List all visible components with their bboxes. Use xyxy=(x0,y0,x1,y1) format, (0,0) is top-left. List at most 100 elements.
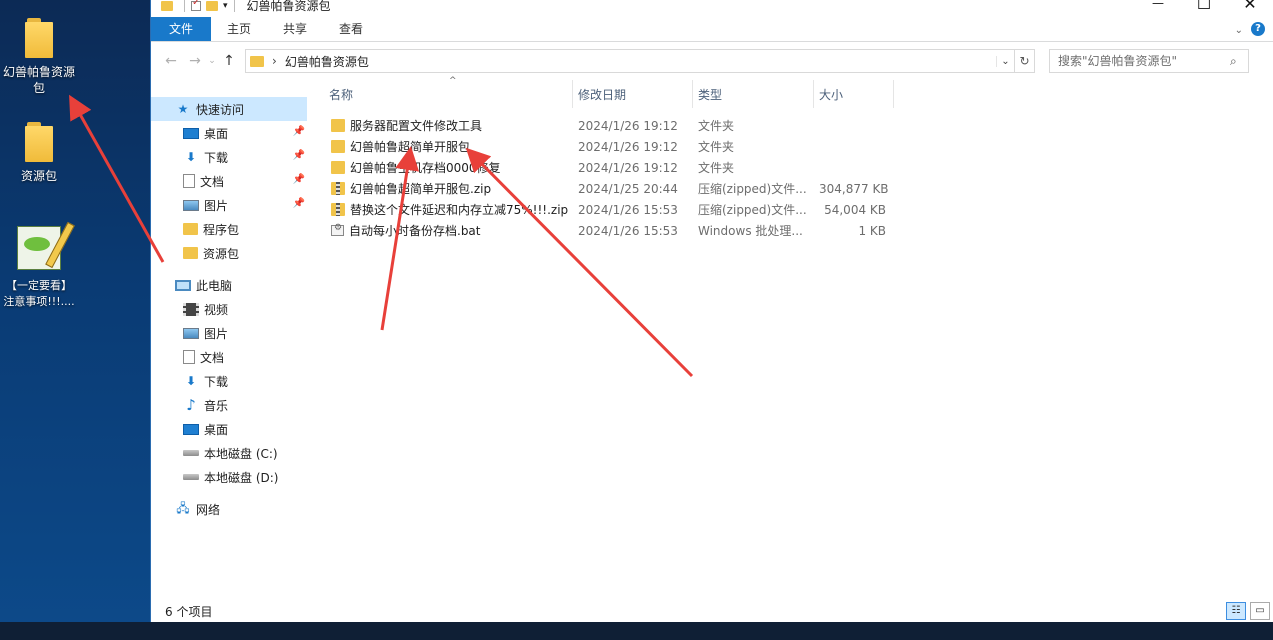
pin-icon: 📌 xyxy=(292,126,305,137)
file-type: 压缩(zipped)文件... xyxy=(698,182,807,196)
taskbar xyxy=(0,622,1273,640)
maximize-button[interactable]: ☐ xyxy=(1181,0,1227,13)
tab-file[interactable]: 文件 xyxy=(151,16,212,41)
file-date: 2024/1/25 20:44 xyxy=(578,181,678,196)
search-input[interactable] xyxy=(1058,54,1230,68)
file-size: 304,877 KB xyxy=(819,181,889,196)
nav-item-pc-desktop[interactable]: 桌面 xyxy=(151,417,311,441)
music-icon: ♪ xyxy=(186,396,196,414)
desktop-icon-palworld-folder[interactable]: 幻兽帕鲁资源包 xyxy=(0,18,78,96)
back-button[interactable]: ← xyxy=(159,53,183,69)
minimize-button[interactable]: — xyxy=(1135,0,1181,10)
file-name: 自动每小时备份存档.bat xyxy=(349,224,481,238)
table-row[interactable]: 自动每小时备份存档.bat 2024/1/26 15:53 Windows 批处… xyxy=(311,220,1273,241)
nav-item-pc-documents[interactable]: 文档 xyxy=(151,345,311,369)
tab-share[interactable]: 共享 xyxy=(267,16,323,41)
download-icon: ⬇ xyxy=(185,150,197,164)
folder-icon xyxy=(331,140,345,153)
address-dropdown-icon[interactable]: ⌄ xyxy=(996,55,1014,67)
table-row[interactable]: 幻兽帕鲁超简单开服包.zip 2024/1/25 20:44 压缩(zipped… xyxy=(311,178,1273,199)
file-name-cell: 自动每小时备份存档.bat xyxy=(311,222,573,239)
close-button[interactable]: ✕ xyxy=(1227,0,1273,13)
tab-view[interactable]: 查看 xyxy=(323,16,379,41)
notepad-icon xyxy=(17,226,61,270)
column-date[interactable]: 修改日期 xyxy=(573,80,693,108)
table-row[interactable]: 幻兽帕鲁主机存档0000修复 2024/1/26 19:12 文件夹 xyxy=(311,157,1273,178)
file-size: 1 KB xyxy=(858,223,886,238)
nav-item-documents[interactable]: 文档 📌 xyxy=(151,169,311,193)
address-bar[interactable]: › 幻兽帕鲁资源包 ⌄ xyxy=(245,49,1015,73)
search-icon[interactable]: ⌕ xyxy=(1230,54,1248,69)
file-size: 54,004 KB xyxy=(824,202,886,217)
expand-ribbon-icon[interactable]: ⌄ xyxy=(1235,25,1243,36)
table-row[interactable]: 幻兽帕鲁超简单开服包 2024/1/26 19:12 文件夹 xyxy=(311,136,1273,157)
file-date: 2024/1/26 15:53 xyxy=(578,202,678,217)
nav-item-videos[interactable]: 视频 xyxy=(151,297,311,321)
up-button[interactable]: ↑ xyxy=(217,53,241,69)
nav-item-pictures[interactable]: 图片 📌 xyxy=(151,193,311,217)
column-name[interactable]: 名称 xyxy=(311,80,573,108)
document-icon xyxy=(183,174,195,188)
nav-item-music[interactable]: ♪ 音乐 xyxy=(151,393,311,417)
nav-item-pc-downloads[interactable]: ⬇ 下载 xyxy=(151,369,311,393)
breadcrumb-chevron-icon[interactable]: › xyxy=(272,54,277,68)
batch-file-icon xyxy=(331,223,344,236)
download-icon: ⬇ xyxy=(185,374,197,388)
file-type: Windows 批处理... xyxy=(698,224,803,238)
view-switcher: ☷ ▭ xyxy=(1226,602,1270,620)
title-bar: ▾ 幻兽帕鲁资源包 — ☐ ✕ xyxy=(151,0,1273,17)
file-date: 2024/1/26 19:12 xyxy=(578,118,678,133)
refresh-button[interactable]: ↻ xyxy=(1015,49,1035,73)
nav-quick-access[interactable]: ★ 快速访问 xyxy=(151,97,307,121)
title-separator xyxy=(184,0,185,12)
nav-this-pc[interactable]: 此电脑 xyxy=(151,273,311,297)
forward-button[interactable]: → xyxy=(183,53,207,69)
nav-item-desktop[interactable]: 桌面 📌 xyxy=(151,121,311,145)
title-separator xyxy=(233,0,235,12)
new-folder-icon[interactable] xyxy=(206,0,218,11)
desktop-icon-resource-folder[interactable]: 资源包 xyxy=(0,122,78,184)
file-name: 幻兽帕鲁主机存档0000修复 xyxy=(350,161,501,175)
nav-label: 桌面 xyxy=(204,422,229,437)
nav-item-downloads[interactable]: ⬇ 下载 📌 xyxy=(151,145,311,169)
sort-ascending-icon: ^ xyxy=(449,76,457,86)
nav-label: 音乐 xyxy=(204,398,229,413)
search-box[interactable]: ⌕ xyxy=(1049,49,1249,73)
nav-label: 下载 xyxy=(204,150,229,165)
ribbon-tabs: 文件 主页 共享 查看 ⌄ ? xyxy=(151,16,1273,42)
nav-item-program-pack[interactable]: 程序包 xyxy=(151,217,311,241)
file-name: 替换这个文件延迟和内存立减75%!!!.zip xyxy=(350,203,569,217)
nav-label: 本地磁盘 (C:) xyxy=(204,446,278,461)
tab-home[interactable]: 主页 xyxy=(211,16,267,41)
drive-icon xyxy=(183,450,199,456)
nav-label: 视频 xyxy=(204,302,229,317)
column-type[interactable]: 类型 xyxy=(693,80,814,108)
picture-icon xyxy=(183,327,199,339)
nav-item-resource-pack[interactable]: 资源包 xyxy=(151,241,311,265)
drive-icon xyxy=(183,474,199,480)
nav-item-drive-d[interactable]: 本地磁盘 (D:) xyxy=(151,465,311,489)
quick-access-dropdown-icon[interactable]: ▾ xyxy=(223,1,228,11)
help-icon[interactable]: ? xyxy=(1251,22,1265,36)
folder-icon xyxy=(183,247,198,259)
nav-label: 图片 xyxy=(204,198,229,213)
nav-item-drive-c[interactable]: 本地磁盘 (C:) xyxy=(151,441,311,465)
recent-locations-icon[interactable]: ⌄ xyxy=(207,56,217,66)
network-icon: 🖧 xyxy=(176,500,190,515)
breadcrumb[interactable]: 幻兽帕鲁资源包 xyxy=(285,53,369,70)
nav-label: 下载 xyxy=(204,374,229,389)
table-row[interactable]: 替换这个文件延迟和内存立减75%!!!.zip 2024/1/26 15:53 … xyxy=(311,199,1273,220)
list-top-gap xyxy=(311,108,1273,115)
table-row[interactable]: 服务器配置文件修改工具 2024/1/26 19:12 文件夹 xyxy=(311,115,1273,136)
desktop-icon-notice-file[interactable]: 【一定要看】注意事项!!!.... xyxy=(0,226,78,310)
content-area: ★ 快速访问 桌面 📌 ⬇ 下载 📌 文档 📌 图片 📌 程序包 资源包 此电脑… xyxy=(151,76,1273,600)
details-view-button[interactable]: ☷ xyxy=(1226,602,1246,620)
nav-network[interactable]: 🖧 网络 xyxy=(151,497,311,521)
nav-item-pc-pictures[interactable]: 图片 xyxy=(151,321,311,345)
large-icons-view-button[interactable]: ▭ xyxy=(1250,602,1270,620)
video-icon xyxy=(183,302,199,316)
properties-icon[interactable] xyxy=(191,0,201,11)
file-type: 文件夹 xyxy=(698,119,735,133)
column-headers: ^ 名称 修改日期 类型 大小 xyxy=(311,76,1273,108)
column-size[interactable]: 大小 xyxy=(814,80,894,108)
